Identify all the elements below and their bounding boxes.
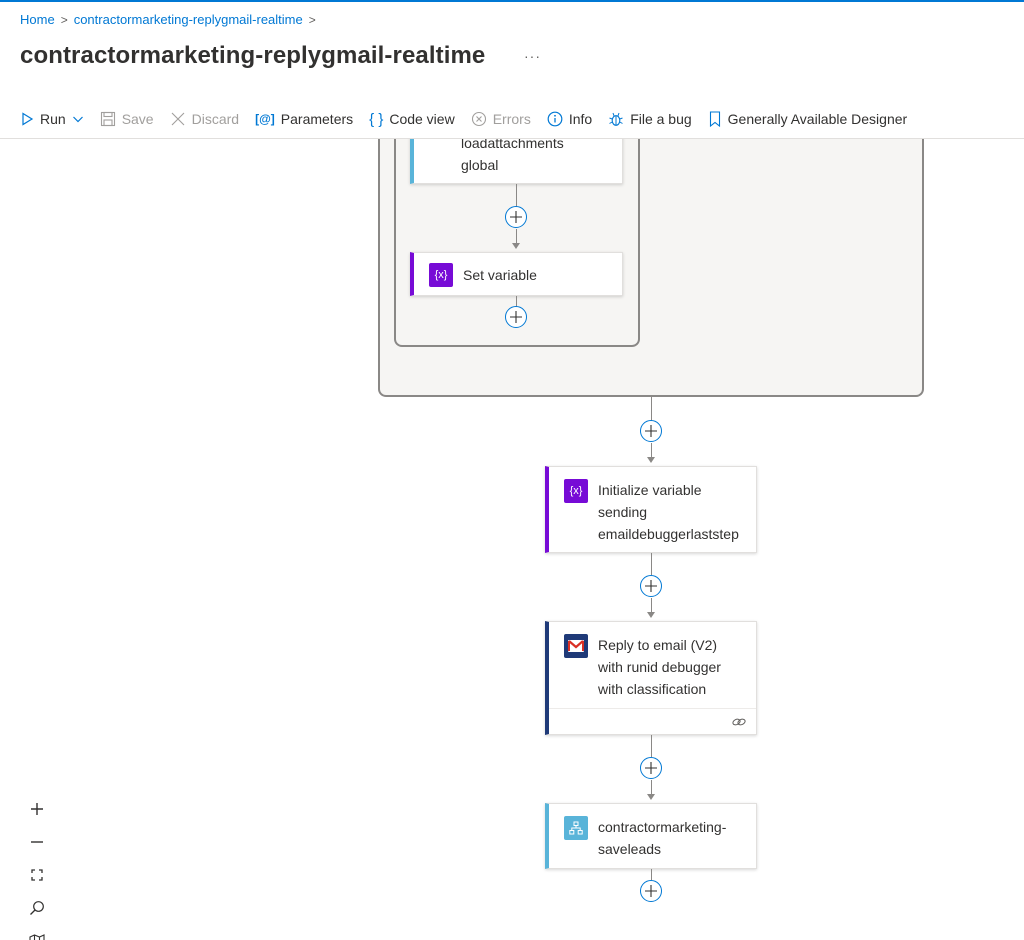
action-card-reply-email[interactable]: Reply to email (V2) with runid debugger … — [545, 621, 757, 735]
workflow-icon — [564, 816, 588, 840]
plus-icon — [510, 311, 522, 323]
connector-line — [651, 869, 652, 880]
chevron-down-icon[interactable] — [72, 113, 84, 125]
plus-icon — [31, 802, 43, 815]
connector-line — [651, 598, 652, 612]
action-card-title: contractormarketing- saveleads — [598, 819, 727, 857]
connector-arrow — [512, 243, 520, 249]
parameters-label: Parameters — [280, 111, 354, 127]
code-braces-icon: { } — [369, 110, 384, 128]
save-icon — [100, 111, 116, 127]
action-card-initialize-variable[interactable]: {x} Initialize variable sending emaildeb… — [545, 466, 757, 553]
connector-line — [516, 184, 517, 207]
plus-icon — [510, 211, 522, 223]
link-icon[interactable] — [732, 715, 746, 733]
connector-line — [651, 553, 652, 575]
parameters-button[interactable]: [@] Parameters — [255, 111, 353, 127]
connector-line — [651, 397, 652, 421]
page-title: contractormarketing-replygmail-realtime — [20, 42, 486, 69]
discard-label: Discard — [191, 111, 240, 127]
fit-view-button[interactable] — [20, 858, 54, 891]
save-button[interactable]: Save — [100, 111, 154, 127]
error-icon — [471, 111, 487, 127]
run-label: Run — [40, 111, 66, 127]
code-view-button[interactable]: { } Code view — [369, 111, 455, 128]
zoom-out-button[interactable] — [20, 825, 54, 858]
breadcrumb-workflow[interactable]: contractormarketing-replygmail-realtime — [74, 12, 303, 27]
connector-arrow — [647, 794, 655, 800]
connector-line — [651, 780, 652, 794]
fit-view-icon — [31, 868, 43, 881]
action-card-title: Reply to email (V2) with runid debugger … — [598, 637, 721, 697]
plus-icon — [645, 762, 657, 774]
info-icon — [547, 111, 563, 127]
connector-arrow — [647, 612, 655, 618]
zoom-controls — [20, 792, 54, 940]
connector-line — [651, 735, 652, 757]
map-icon — [29, 933, 45, 940]
action-card-title: Set variable — [463, 267, 537, 283]
bug-icon — [608, 111, 624, 127]
save-label: Save — [121, 111, 154, 127]
connector-line — [651, 443, 652, 457]
designer-toolbar: Run Save Discard [@] Parameters { } Code… — [20, 106, 923, 132]
action-card-loadattachments[interactable]: loadattachments global — [410, 139, 623, 184]
action-card-saveleads[interactable]: contractormarketing- saveleads — [545, 803, 757, 869]
action-card-footer — [549, 708, 756, 734]
insert-step-button[interactable] — [505, 206, 527, 228]
errors-button[interactable]: Errors — [471, 111, 531, 127]
breadcrumb-separator: > — [60, 12, 68, 27]
errors-label: Errors — [492, 111, 531, 127]
plus-icon — [645, 425, 657, 437]
plus-icon — [645, 580, 657, 592]
breadcrumb-home[interactable]: Home — [20, 12, 55, 27]
minus-icon — [31, 840, 43, 843]
top-accent-bar — [0, 0, 1024, 2]
breadcrumb-separator: > — [308, 12, 316, 27]
insert-step-button[interactable] — [640, 757, 662, 779]
gmail-icon — [564, 634, 588, 658]
file-bug-button[interactable]: File a bug — [608, 111, 692, 127]
discard-button[interactable]: Discard — [170, 111, 239, 127]
info-label: Info — [568, 111, 593, 127]
variable-icon: {x} — [429, 263, 453, 287]
insert-step-button[interactable] — [640, 575, 662, 597]
minimap-button[interactable] — [20, 924, 54, 940]
insert-step-button[interactable] — [640, 420, 662, 442]
bookmark-icon — [708, 111, 722, 127]
action-card-set-variable[interactable]: {x} Set variable — [410, 252, 623, 296]
plus-icon — [645, 885, 657, 897]
run-button[interactable]: Run — [20, 111, 84, 127]
breadcrumb: Home > contractormarketing-replygmail-re… — [20, 12, 316, 27]
search-icon — [30, 900, 44, 915]
connector-line — [516, 229, 517, 243]
file-bug-label: File a bug — [630, 111, 692, 127]
parameters-icon: [@] — [255, 112, 275, 126]
insert-step-button[interactable] — [640, 880, 662, 902]
more-options-button[interactable]: ··· — [524, 48, 541, 64]
insert-step-button[interactable] — [505, 306, 527, 328]
action-card-title: loadattachments global — [461, 139, 564, 173]
search-button[interactable] — [20, 891, 54, 924]
code-view-label: Code view — [389, 111, 455, 127]
close-icon — [170, 111, 186, 127]
info-button[interactable]: Info — [547, 111, 592, 127]
action-card-title: Initialize variable sending emaildebugge… — [598, 482, 739, 542]
action-card-header: Reply to email (V2) with runid debugger … — [549, 622, 721, 708]
play-icon — [20, 112, 34, 126]
designer-toggle-button[interactable]: Generally Available Designer — [708, 111, 908, 127]
zoom-in-button[interactable] — [20, 792, 54, 825]
variable-icon: {x} — [564, 479, 588, 503]
designer-label: Generally Available Designer — [727, 111, 908, 127]
connector-arrow — [647, 457, 655, 463]
designer-canvas[interactable]: loadattachments global {x} Set variable … — [0, 139, 1024, 940]
